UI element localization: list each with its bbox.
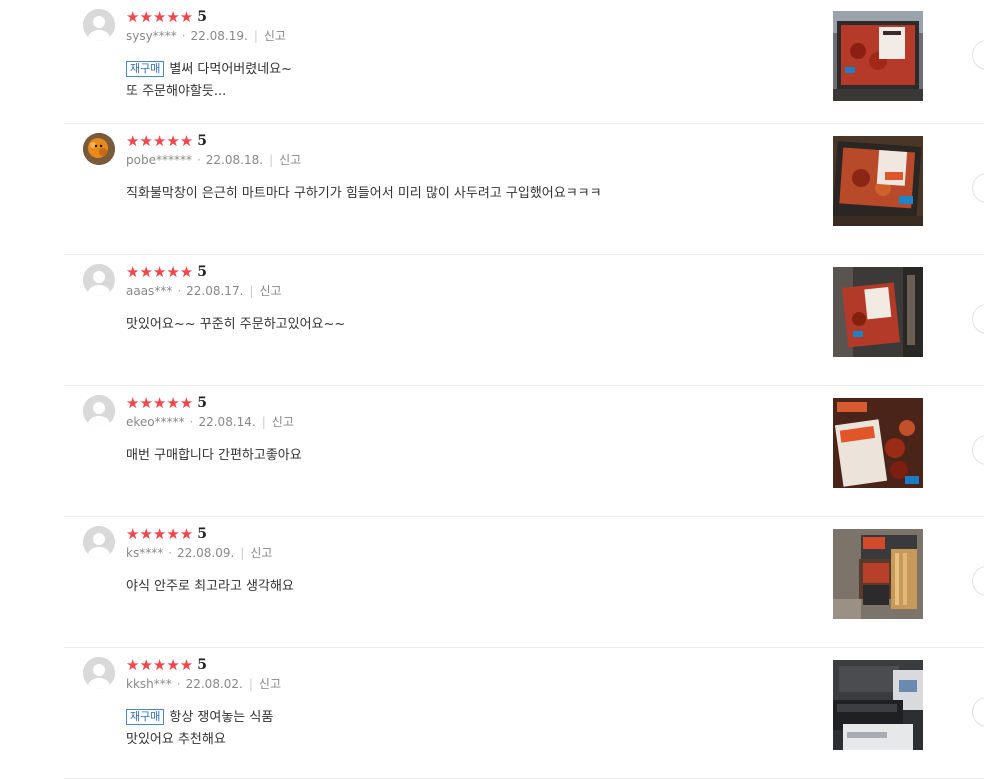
more-button[interactable] — [972, 697, 984, 727]
meta-separator: | — [248, 677, 253, 691]
reviewer-id: ekeo***** — [126, 415, 185, 429]
star-rating-icon: ★★★★★ — [126, 656, 194, 674]
star-rating-icon: ★★★★★ — [126, 525, 194, 543]
reviewer-id: aaas*** — [126, 284, 173, 298]
reviewer-id: kksh*** — [126, 677, 172, 691]
avatar — [83, 395, 115, 427]
reviewer-id: ks**** — [126, 546, 164, 560]
review-date: 22.08.14. — [198, 415, 256, 429]
report-link[interactable]: 신고 — [279, 152, 301, 168]
repurchase-badge: 재구매 — [126, 709, 165, 725]
review-item: ★★★★★ 5 ekeo***** · 22.08.14. | 신고 매번 구매… — [64, 386, 984, 517]
meta-separator: | — [253, 29, 258, 43]
review-date: 22.08.02. — [185, 677, 243, 691]
review-date: 22.08.19. — [190, 29, 248, 43]
review-item: ★★★★★ 5 ks**** · 22.08.09. | 신고 야식 안주로 최… — [64, 517, 984, 648]
review-text-line: 직화불막창이 은근히 마트마다 구하기가 힘들어서 미리 많이 사두려고 구입했… — [126, 186, 602, 201]
review-text-line: 별써 다먹어버렸네요~ — [169, 62, 293, 77]
rating-score: 5 — [197, 526, 207, 542]
meta-dot: · — [196, 153, 201, 167]
review-item: ★★★★★ 5 pobe****** · 22.08.18. | 신고 직화불막… — [64, 124, 984, 255]
review-item: ★★★★★ 5 aaas*** · 22.08.17. | 신고 맛있어요~~ … — [64, 255, 984, 386]
rating-score: 5 — [197, 264, 207, 280]
avatar — [83, 133, 115, 165]
meta-separator: | — [261, 415, 266, 429]
review-photo[interactable] — [833, 398, 923, 488]
rating-score: 5 — [197, 9, 207, 25]
report-link[interactable]: 신고 — [259, 283, 281, 299]
reviewer-id: sysy**** — [126, 29, 177, 43]
report-link[interactable]: 신고 — [250, 545, 272, 561]
review-item: ★★★★★ 5 sysy**** · 22.08.19. | 신고 재구매 별써 … — [64, 0, 984, 124]
report-link[interactable]: 신고 — [264, 28, 286, 44]
star-rating-icon: ★★★★★ — [126, 394, 194, 412]
review-photo[interactable] — [833, 136, 923, 226]
avatar — [83, 9, 115, 41]
more-button[interactable] — [972, 40, 984, 70]
more-button[interactable] — [972, 566, 984, 596]
review-text-line: 매번 구매합니다 간편하고좋아요 — [126, 448, 302, 463]
review-list: ★★★★★ 5 sysy**** · 22.08.19. | 신고 재구매 별써 … — [0, 0, 984, 779]
review-photo[interactable] — [833, 660, 923, 750]
meta-dot: · — [168, 546, 173, 560]
avatar — [83, 657, 115, 689]
rating-score: 5 — [197, 395, 207, 411]
star-rating-icon: ★★★★★ — [126, 8, 194, 26]
review-text-line: 맛있어요~~ 꾸준히 주문하고있어요~~ — [126, 317, 346, 332]
repurchase-badge: 재구매 — [126, 61, 165, 77]
review-date: 22.08.18. — [205, 153, 264, 167]
review-text-line: 또 주문해야할듯... — [126, 84, 227, 99]
meta-dot: · — [177, 284, 182, 298]
review-text-line: 맛있어요 추천해요 — [126, 732, 226, 747]
review-photo[interactable] — [833, 529, 923, 619]
star-rating-icon: ★★★★★ — [126, 263, 194, 281]
report-link[interactable]: 신고 — [259, 676, 281, 692]
review-photo[interactable] — [833, 267, 923, 357]
review-photo[interactable] — [833, 11, 923, 101]
more-button[interactable] — [972, 304, 984, 334]
avatar — [83, 264, 115, 296]
review-text-line: 야식 안주로 최고라고 생각해요 — [126, 579, 294, 594]
meta-dot: · — [181, 29, 186, 43]
meta-separator: | — [240, 546, 245, 560]
reviewer-id: pobe****** — [126, 153, 192, 167]
more-button[interactable] — [972, 435, 984, 465]
meta-dot: · — [189, 415, 194, 429]
rating-score: 5 — [197, 133, 207, 149]
avatar — [83, 526, 115, 558]
meta-separator: | — [249, 284, 254, 298]
review-text-line: 항상 쟁여놓는 식품 — [169, 710, 274, 725]
review-date: 22.08.09. — [177, 546, 235, 560]
meta-dot: · — [176, 677, 181, 691]
more-button[interactable] — [972, 173, 984, 203]
report-link[interactable]: 신고 — [272, 414, 294, 430]
review-item: ★★★★★ 5 kksh*** · 22.08.02. | 신고 재구매 항상 쟁… — [64, 648, 984, 779]
rating-score: 5 — [197, 657, 207, 673]
star-rating-icon: ★★★★★ — [126, 132, 194, 150]
meta-separator: | — [269, 153, 274, 167]
review-date: 22.08.17. — [186, 284, 244, 298]
